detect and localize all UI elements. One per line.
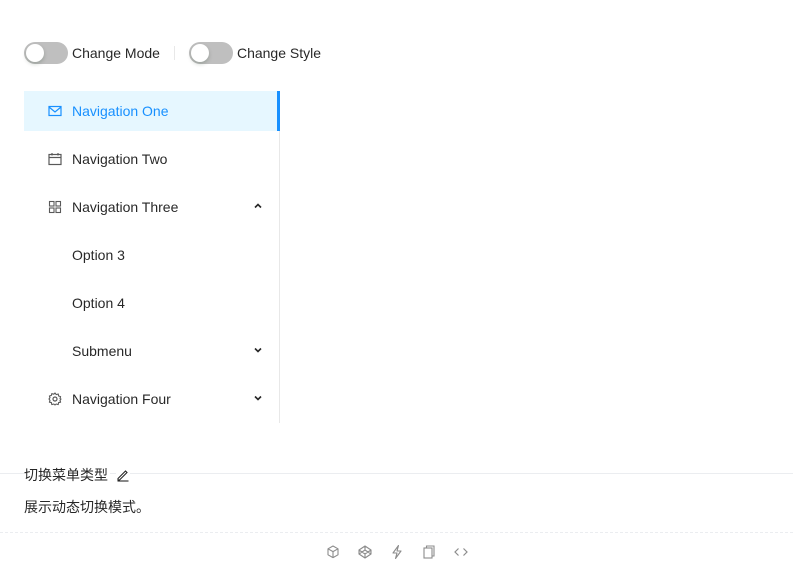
setting-icon xyxy=(48,392,62,406)
change-style-toggle[interactable]: Change Style xyxy=(188,42,322,64)
submenu-navigation-four[interactable]: Navigation Four xyxy=(24,379,279,419)
menu-item-label: Navigation One xyxy=(72,103,169,119)
change-style-switch[interactable] xyxy=(188,42,233,64)
demo-title: 切换菜单类型 xyxy=(24,465,110,485)
submenu-label: Submenu xyxy=(72,343,132,359)
submenu-submenu[interactable]: Submenu xyxy=(24,331,279,371)
mail-icon xyxy=(48,105,62,117)
toggle-divider xyxy=(173,46,175,60)
change-mode-toggle[interactable]: Change Mode xyxy=(24,42,160,64)
actions-divider xyxy=(0,532,793,533)
demo-description: 展示动态切换模式。 xyxy=(24,499,150,515)
menu-item-label: Option 3 xyxy=(72,247,125,263)
menu-item-label: Navigation Two xyxy=(72,151,168,167)
switch-knob xyxy=(26,44,44,62)
menu-item-label: Option 4 xyxy=(72,295,125,311)
navigation-menu: Navigation One Navigation Two Navigation… xyxy=(24,91,280,423)
chevron-down-icon xyxy=(254,395,262,401)
menu-item-navigation-two[interactable]: Navigation Two xyxy=(24,139,279,179)
codepen-icon[interactable] xyxy=(357,544,373,560)
submenu-label: Navigation Three xyxy=(72,199,179,215)
submenu-label: Navigation Four xyxy=(72,391,171,407)
codesandbox-icon[interactable] xyxy=(325,544,341,560)
copy-icon[interactable] xyxy=(421,544,437,560)
menu-item-option-3[interactable]: Option 3 xyxy=(24,235,279,275)
toggle-row: Change Mode Change Style xyxy=(24,42,321,64)
chevron-up-icon xyxy=(254,203,262,209)
menu-item-option-4[interactable]: Option 4 xyxy=(24,283,279,323)
change-style-label: Change Style xyxy=(236,45,322,61)
menu-item-navigation-one[interactable]: Navigation One xyxy=(24,91,280,131)
chevron-down-icon xyxy=(254,347,262,353)
switch-knob xyxy=(190,44,209,62)
code-actions xyxy=(0,544,793,562)
change-mode-switch[interactable] xyxy=(24,42,68,64)
change-mode-label: Change Mode xyxy=(72,45,160,61)
thunderbolt-icon[interactable] xyxy=(389,544,405,560)
edit-icon[interactable] xyxy=(116,468,130,482)
calendar-icon xyxy=(48,153,62,166)
appstore-icon xyxy=(48,200,62,214)
demo-title-row: 切换菜单类型 xyxy=(24,465,130,485)
submenu-navigation-three[interactable]: Navigation Three xyxy=(24,187,279,227)
code-icon[interactable] xyxy=(453,544,469,560)
